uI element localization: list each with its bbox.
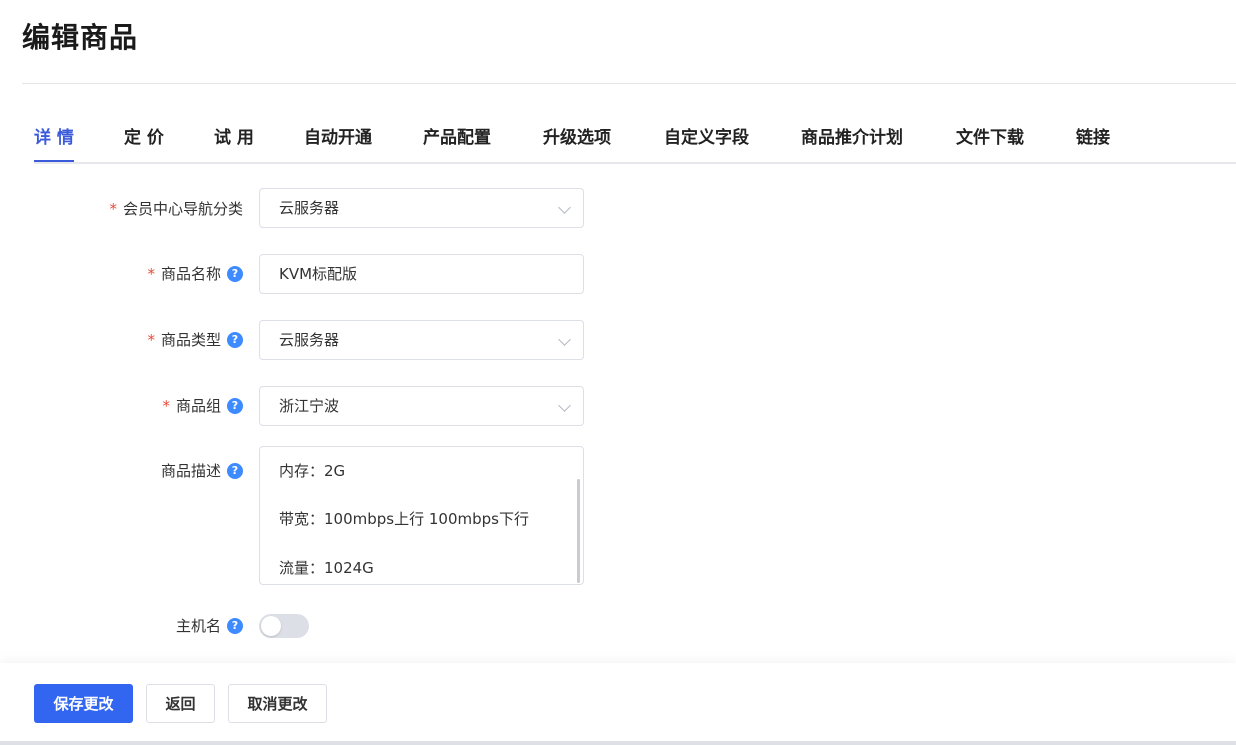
product-name-label-text: 商品名称	[160, 265, 221, 283]
form-row-nav-category: * 会员中心导航分类 云服务器	[0, 188, 600, 228]
toggle-knob	[261, 616, 281, 636]
product-type-label-text: 商品类型	[160, 331, 221, 349]
description-textarea[interactable]: 内存：2G 带宽：100mbps上行 100mbps下行 流量：1024G	[259, 446, 584, 585]
tab-trial[interactable]: 试 用	[214, 118, 254, 162]
tab-file-downloads[interactable]: 文件下载	[956, 118, 1024, 162]
product-type-select[interactable]: 云服务器	[259, 320, 584, 360]
description-line: 内存：2G	[279, 462, 346, 480]
form-row-product-group: * 商品组 ? 浙江宁波	[0, 386, 600, 426]
hostname-label: 主机名 ?	[176, 615, 243, 636]
footer-bottom-border	[0, 741, 1236, 745]
help-icon[interactable]: ?	[227, 462, 243, 479]
tabs-underline	[34, 162, 1236, 164]
nav-category-label-text: 会员中心导航分类	[122, 200, 243, 218]
help-icon[interactable]: ?	[227, 397, 243, 414]
tab-upgrade-options[interactable]: 升级选项	[543, 118, 611, 162]
chevron-down-icon	[558, 333, 571, 346]
product-type-label: * 商品类型 ?	[147, 329, 243, 350]
nav-category-label: * 会员中心导航分类	[109, 198, 243, 219]
footer-action-bar: 保存更改 返回 取消更改	[0, 663, 1236, 745]
chevron-down-icon	[558, 399, 571, 412]
form-row-description: 商品描述 ? 内存：2G 带宽：100mbps上行 100mbps下行 流量：1…	[0, 446, 600, 585]
description-line: 带宽：100mbps上行 100mbps下行	[279, 510, 529, 528]
description-label: 商品描述 ?	[161, 460, 243, 481]
tab-bar: 详 情 定 价 试 用 自动开通 产品配置 升级选项 自定义字段 商品推介计划 …	[34, 118, 1236, 164]
required-mark: *	[162, 396, 170, 415]
chevron-down-icon	[558, 201, 571, 214]
tab-custom-fields[interactable]: 自定义字段	[664, 118, 749, 162]
product-group-value: 浙江宁波	[279, 397, 340, 415]
page-title: 编辑商品	[22, 21, 139, 54]
product-name-value: KVM标配版	[279, 265, 358, 283]
product-name-label: * 商品名称 ?	[147, 263, 243, 284]
required-mark: *	[109, 199, 117, 218]
tab-auto-provision[interactable]: 自动开通	[304, 118, 372, 162]
back-button[interactable]: 返回	[146, 684, 215, 723]
cancel-changes-button[interactable]: 取消更改	[228, 684, 327, 723]
product-name-input[interactable]: KVM标配版	[259, 254, 584, 294]
nav-category-select[interactable]: 云服务器	[259, 188, 584, 228]
help-icon[interactable]: ?	[227, 265, 243, 282]
description-line: 流量：1024G	[279, 559, 374, 577]
textarea-scrollbar[interactable]	[577, 479, 580, 583]
form-row-product-name: * 商品名称 ? KVM标配版	[0, 254, 600, 294]
product-group-label-text: 商品组	[175, 397, 221, 415]
hostname-toggle[interactable]	[259, 614, 309, 638]
form-row-hostname: 主机名 ?	[0, 614, 600, 638]
required-mark: *	[147, 330, 155, 349]
tab-product-config[interactable]: 产品配置	[423, 118, 491, 162]
tab-referral-plan[interactable]: 商品推介计划	[801, 118, 903, 162]
hostname-label-text: 主机名	[175, 617, 221, 635]
help-icon[interactable]: ?	[227, 331, 243, 348]
tab-details[interactable]: 详 情	[34, 118, 74, 162]
tab-links[interactable]: 链接	[1076, 118, 1110, 162]
product-group-select[interactable]: 浙江宁波	[259, 386, 584, 426]
product-group-label: * 商品组 ?	[162, 395, 243, 416]
form-row-product-type: * 商品类型 ? 云服务器	[0, 320, 600, 360]
help-icon[interactable]: ?	[227, 617, 243, 634]
nav-category-value: 云服务器	[279, 199, 340, 217]
tab-pricing[interactable]: 定 价	[124, 118, 164, 162]
save-button[interactable]: 保存更改	[34, 684, 133, 723]
description-label-text: 商品描述	[160, 462, 221, 480]
title-divider	[22, 83, 1236, 84]
required-mark: *	[147, 264, 155, 283]
product-type-value: 云服务器	[279, 331, 340, 349]
